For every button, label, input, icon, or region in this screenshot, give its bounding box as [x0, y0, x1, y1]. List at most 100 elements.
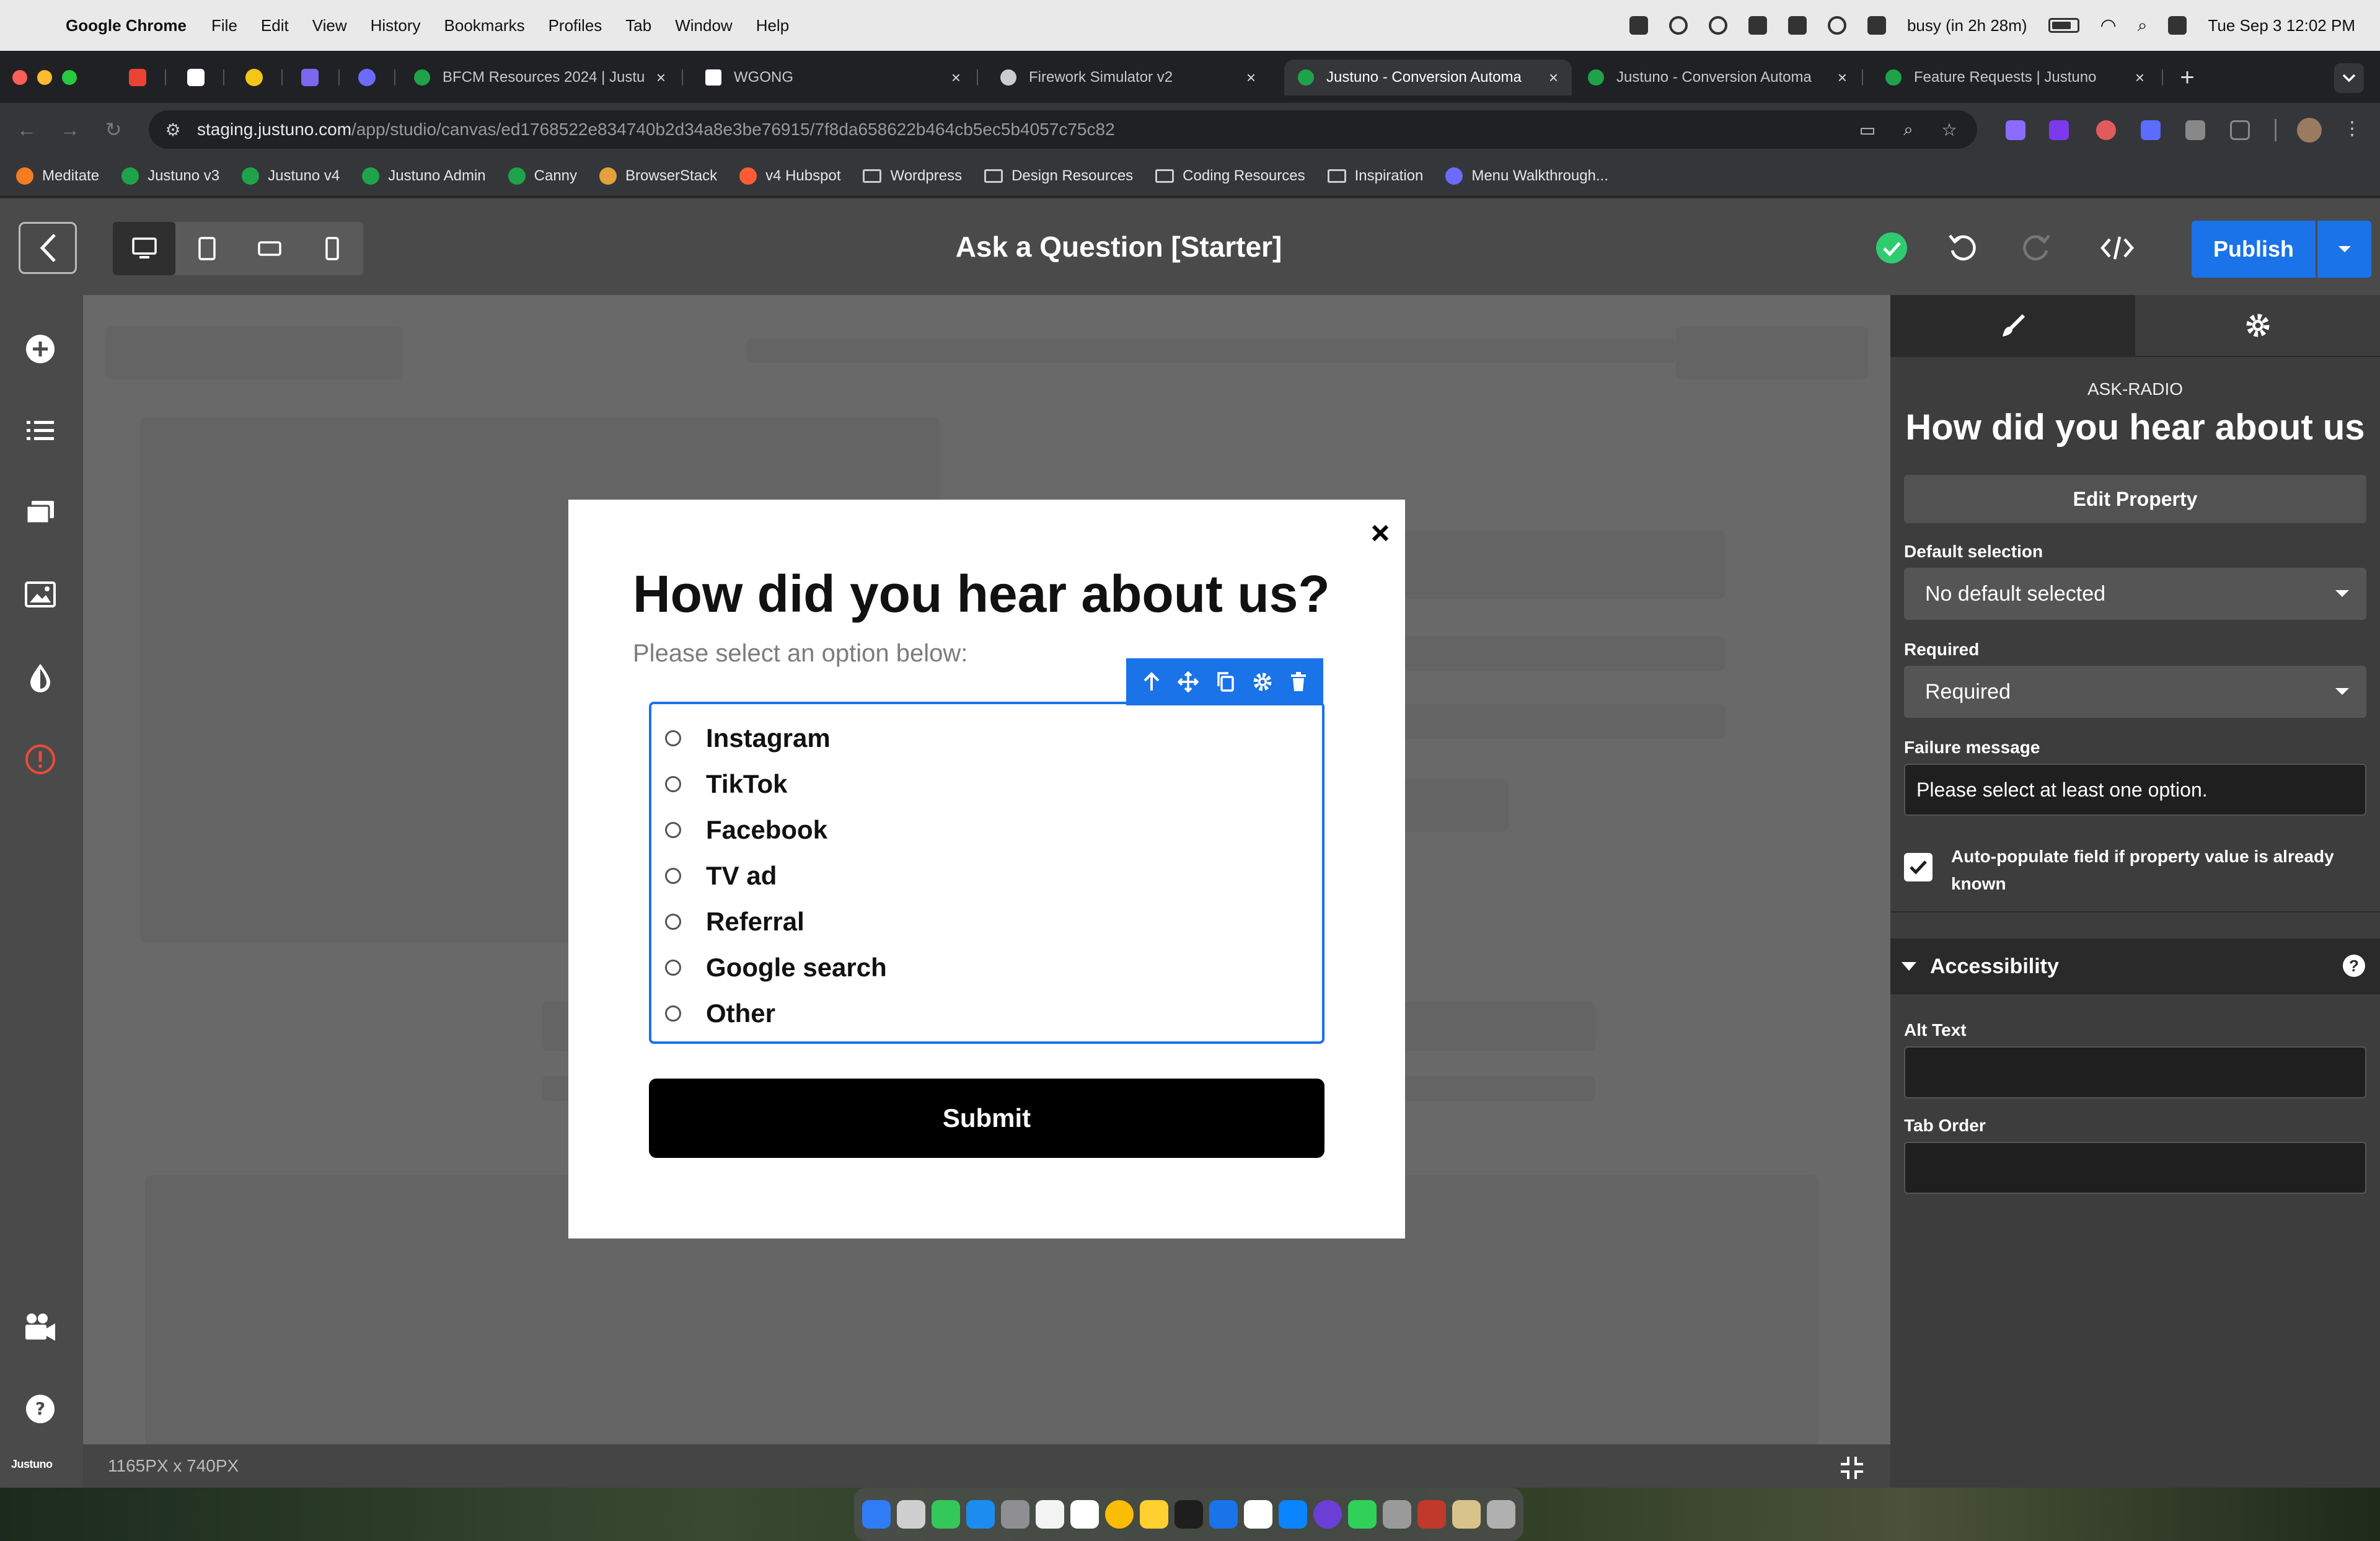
- bookmark-justuno-v4[interactable]: Justuno v4: [242, 167, 340, 185]
- radio-button[interactable]: [665, 1005, 681, 1022]
- record-status-icon[interactable]: [1708, 16, 1727, 35]
- layers-button[interactable]: [20, 410, 61, 451]
- tab-bfcm-resources[interactable]: BFCM Resources 2024 | Justu ×: [400, 60, 679, 95]
- bookmark-folder-design-resources[interactable]: Design Resources: [984, 167, 1133, 185]
- collapse-canvas-button[interactable]: [1838, 1455, 1866, 1480]
- pinned-tab-clickup[interactable]: [291, 62, 328, 93]
- extension-icon[interactable]: [2141, 120, 2161, 140]
- messages-icon[interactable]: [932, 1500, 960, 1529]
- radio-group-selected[interactable]: Instagram TikTok Facebook TV ad Referral…: [649, 702, 1324, 1044]
- bookmark-browserstack[interactable]: BrowserStack: [599, 167, 717, 185]
- bookmark-folder-coding-resources[interactable]: Coding Resources: [1155, 167, 1305, 185]
- bookmark-star-icon[interactable]: ☆: [1940, 120, 1959, 139]
- menu-history[interactable]: History: [371, 16, 421, 35]
- tab-wgong[interactable]: WGONG ×: [692, 60, 974, 95]
- radio-option[interactable]: Instagram: [651, 715, 1322, 761]
- errors-button[interactable]: [20, 739, 61, 780]
- images-button[interactable]: [20, 574, 61, 615]
- menubar-app-name[interactable]: Google Chrome: [66, 16, 187, 35]
- tab-firework-simulator[interactable]: Firework Simulator v2 ×: [987, 60, 1269, 95]
- bookmark-menu-walkthrough[interactable]: Menu Walkthrough...: [1445, 167, 1608, 185]
- pinned-tab-sparkle[interactable]: [348, 62, 386, 93]
- windows-status-icon[interactable]: [1787, 16, 1807, 35]
- chatgpt-icon[interactable]: [1244, 1500, 1272, 1529]
- clipboard-icon[interactable]: ▭: [1858, 120, 1877, 139]
- failure-message-input[interactable]: Please select at least one option.: [1904, 764, 2366, 816]
- accessibility-section-header[interactable]: Accessibility: [1890, 938, 2380, 994]
- bookmark-canny[interactable]: Canny: [508, 167, 577, 185]
- window-close-icon[interactable]: [12, 70, 27, 85]
- play-status-icon[interactable]: [1827, 16, 1846, 35]
- bookmark-justuno-admin[interactable]: Justuno Admin: [362, 167, 486, 185]
- split-view-icon[interactable]: [1867, 16, 1886, 35]
- menu-window[interactable]: Window: [675, 16, 732, 35]
- menu-edit[interactable]: Edit: [261, 16, 289, 35]
- extension-icon[interactable]: [2006, 120, 2025, 140]
- radio-option[interactable]: Referral: [651, 899, 1322, 945]
- app-store-icon[interactable]: [966, 1500, 995, 1529]
- tab-close-icon[interactable]: ×: [656, 68, 666, 87]
- bookmark-folder-wordpress[interactable]: Wordpress: [863, 167, 962, 185]
- tab-style[interactable]: [1890, 295, 2135, 357]
- menu-profiles[interactable]: Profiles: [549, 16, 602, 35]
- autopopulate-checkbox[interactable]: [1904, 853, 1933, 881]
- theme-button[interactable]: [20, 657, 61, 698]
- trash-icon[interactable]: [1290, 671, 1307, 692]
- tab-close-icon[interactable]: ×: [1246, 68, 1256, 87]
- publish-button[interactable]: Publish: [2192, 221, 2316, 278]
- radio-option[interactable]: TikTok: [651, 761, 1322, 807]
- omnibox[interactable]: ⚙ staging.justuno.com /app/studio/canvas…: [149, 110, 1977, 149]
- focus-status-text[interactable]: busy (in 2h 28m): [1907, 16, 2027, 35]
- tab-search-button[interactable]: [2334, 63, 2364, 93]
- miro-icon[interactable]: [1140, 1500, 1168, 1529]
- tab-close-icon[interactable]: ×: [1549, 68, 1558, 87]
- finder-icon[interactable]: [862, 1500, 891, 1529]
- radio-option[interactable]: Google search: [651, 945, 1322, 991]
- edit-property-button[interactable]: Edit Property: [1904, 475, 2366, 523]
- move-icon[interactable]: [1178, 671, 1199, 692]
- required-dropdown[interactable]: Required: [1904, 666, 2366, 718]
- layouts-button[interactable]: [20, 492, 61, 533]
- downloads-stack-icon[interactable]: [1452, 1500, 1481, 1529]
- pinned-tab-storybook[interactable]: [177, 62, 214, 93]
- modal-subheading[interactable]: Please select an option below:: [633, 640, 967, 668]
- radio-option[interactable]: Facebook: [651, 807, 1322, 853]
- publish-options-button[interactable]: [2316, 221, 2371, 278]
- pinned-tab-app[interactable]: [236, 62, 273, 93]
- launchpad-icon[interactable]: [897, 1500, 925, 1529]
- gear-icon[interactable]: [1252, 671, 1273, 692]
- bookmark-justuno-v3[interactable]: Justuno v3: [121, 167, 219, 185]
- zoom-icon[interactable]: ⌕: [1899, 120, 1918, 139]
- tablet-landscape-view-button[interactable]: [238, 222, 301, 275]
- help-icon[interactable]: ?: [2343, 955, 2365, 977]
- colorpicker-extension-icon[interactable]: [2096, 120, 2116, 140]
- menu-view[interactable]: View: [312, 16, 347, 35]
- mobile-view-button[interactable]: [301, 222, 363, 275]
- wifi-icon[interactable]: ◠: [2100, 15, 2117, 37]
- radio-option[interactable]: Other: [651, 991, 1322, 1036]
- slack-icon[interactable]: [1070, 1500, 1099, 1529]
- dictionary-icon[interactable]: [1417, 1500, 1446, 1529]
- facetime-icon[interactable]: [1348, 1500, 1377, 1529]
- new-tab-button[interactable]: +: [2172, 62, 2203, 93]
- trash-icon[interactable]: [1487, 1500, 1515, 1529]
- extension-icon[interactable]: [2049, 120, 2069, 140]
- alt-text-input[interactable]: [1904, 1046, 2366, 1098]
- bookmark-v4-hubspot[interactable]: v4 Hubspot: [739, 167, 840, 185]
- bookmark-meditate[interactable]: Meditate: [16, 167, 99, 185]
- calendar-icon[interactable]: [1036, 1500, 1064, 1529]
- menu-tab[interactable]: Tab: [625, 16, 651, 35]
- bookmark-folder-inspiration[interactable]: Inspiration: [1327, 167, 1423, 185]
- radio-button[interactable]: [665, 776, 681, 792]
- radio-button[interactable]: [665, 960, 681, 976]
- duplicate-icon[interactable]: [1216, 671, 1235, 692]
- chrome-menu-icon[interactable]: ⋮: [2343, 118, 2361, 143]
- figma-icon[interactable]: [1175, 1500, 1203, 1529]
- modal-heading[interactable]: How did you hear about us?: [633, 564, 1330, 624]
- back-arrow-icon[interactable]: ←: [12, 115, 41, 144]
- tab-justuno[interactable]: Justuno - Conversion Automa ×: [1574, 60, 1861, 95]
- screenshot-extension-icon[interactable]: [2185, 120, 2205, 140]
- radio-option[interactable]: TV ad: [651, 853, 1322, 899]
- window-zoom-icon[interactable]: [62, 70, 77, 85]
- font-book-icon[interactable]: [1383, 1500, 1411, 1529]
